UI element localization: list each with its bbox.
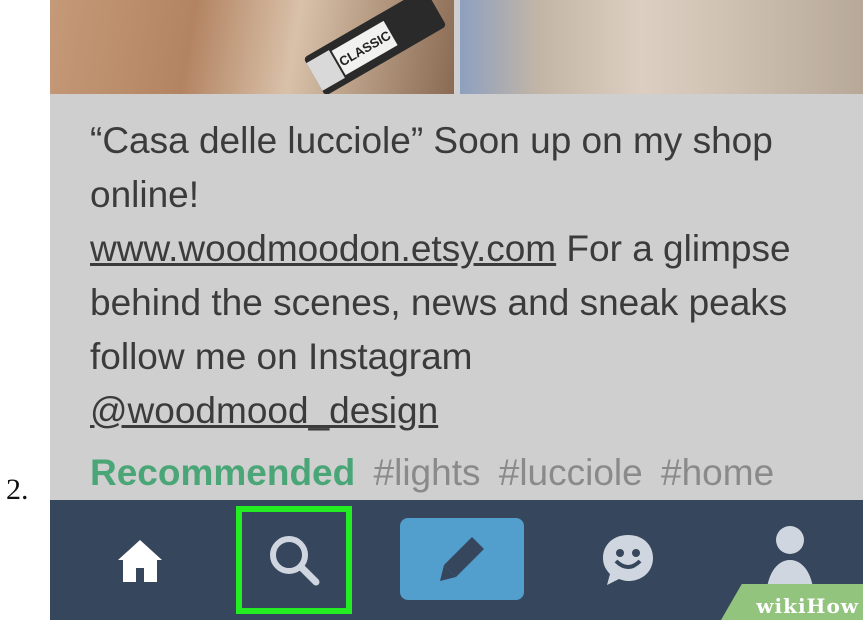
- instagram-handle-link[interactable]: @woodmood_design: [90, 390, 438, 431]
- step-number: 2.: [6, 473, 29, 506]
- post-tags: Recommended #lights #lucciole #home: [90, 452, 774, 494]
- search-icon: [270, 536, 320, 586]
- bottom-tab-bar: wikiHow: [50, 500, 863, 620]
- post-photos: CLASSIC: [50, 0, 863, 94]
- watermark-prefix: wiki: [756, 594, 807, 618]
- paint-tube: CLASSIC: [303, 0, 447, 94]
- tab-search[interactable]: [236, 506, 352, 614]
- post-caption: “Casa delle lucciole” Soon up on my shop…: [90, 114, 830, 438]
- post-photo-left[interactable]: CLASSIC: [50, 0, 454, 94]
- home-icon: [118, 540, 162, 582]
- tag-home[interactable]: #home: [661, 452, 774, 493]
- tube-label: CLASSIC: [331, 20, 398, 76]
- tag-lucciole[interactable]: #lucciole: [499, 452, 643, 493]
- post-photo-right[interactable]: [460, 0, 863, 94]
- tab-messages[interactable]: [578, 500, 678, 620]
- caption-text: “Casa delle lucciole” Soon up on my shop…: [90, 120, 773, 215]
- wikihow-watermark: wikiHow: [756, 594, 859, 618]
- smiley-chat-icon: [603, 535, 653, 585]
- tag-lights[interactable]: #lights: [374, 452, 481, 493]
- tab-compose[interactable]: [400, 518, 524, 600]
- pencil-icon: [440, 537, 484, 581]
- phone-screenshot: CLASSIC “Casa delle lucciole” Soon up on…: [50, 0, 863, 620]
- watermark-suffix: How: [806, 594, 859, 618]
- recommended-label: Recommended: [90, 452, 356, 493]
- tab-home[interactable]: [90, 500, 190, 620]
- shop-link[interactable]: www.woodmoodon.etsy.com: [90, 228, 556, 269]
